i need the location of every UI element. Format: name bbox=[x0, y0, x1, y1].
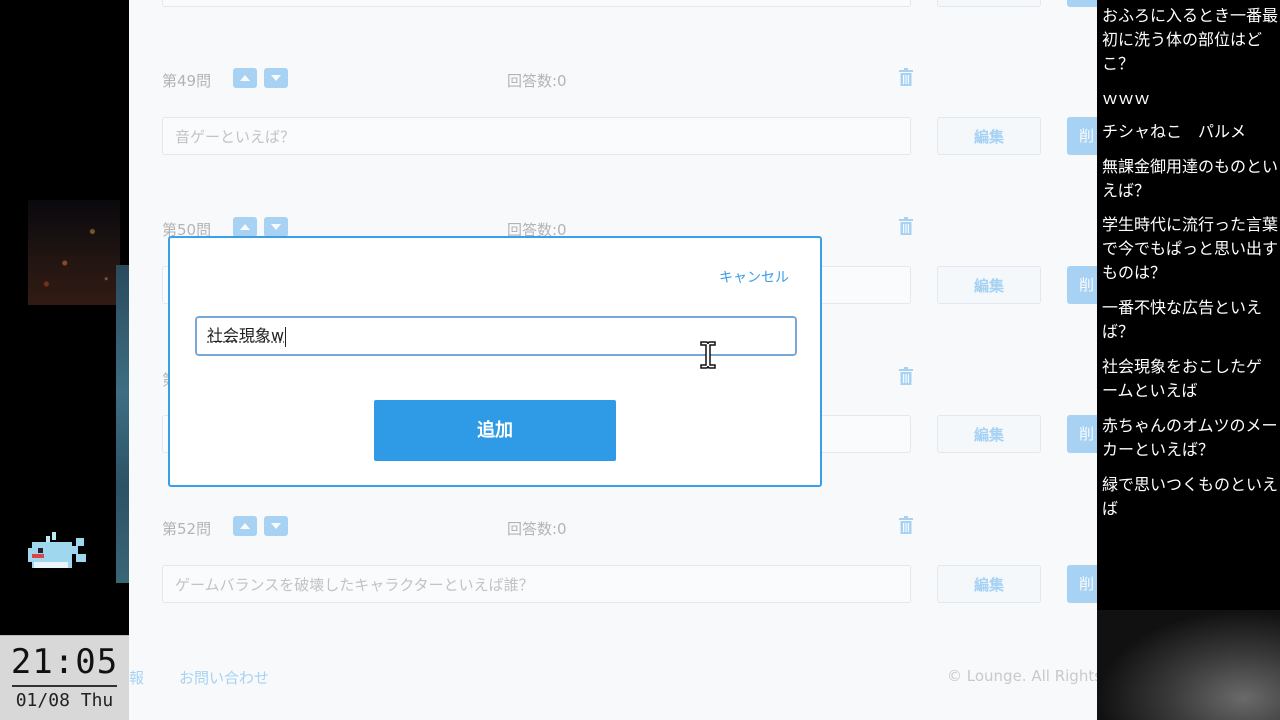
comment-item: ｗｗｗ bbox=[1102, 89, 1151, 108]
add-button[interactable]: 追加 bbox=[374, 400, 616, 461]
arrow-up-icon bbox=[240, 224, 250, 230]
trash-icon[interactable] bbox=[899, 68, 913, 86]
move-down-button[interactable] bbox=[264, 516, 288, 536]
edit-button-50[interactable]: 編集 bbox=[937, 266, 1041, 304]
edit-button-49[interactable]: 編集 bbox=[937, 117, 1041, 155]
text-caret bbox=[285, 326, 287, 347]
question-header-49: 第49問 回答数:0 bbox=[162, 68, 922, 94]
clock-divider bbox=[12, 685, 117, 687]
cancel-link[interactable]: キャンセル bbox=[719, 267, 789, 287]
clock-widget: 21:05 01/08 Thu bbox=[0, 635, 129, 720]
trash-icon[interactable] bbox=[899, 516, 913, 534]
comment-item: 赤ちゃんのオムツのメーカーといえば？ bbox=[1102, 416, 1278, 459]
move-up-button[interactable] bbox=[233, 68, 257, 88]
comment-item: おふろに入るとき一番最初に洗う体の部位はどこ？ bbox=[1102, 6, 1279, 73]
arrow-up-icon bbox=[240, 75, 250, 81]
side-button-51[interactable]: 削 bbox=[1067, 415, 1097, 453]
edit-button-48[interactable] bbox=[937, 0, 1041, 7]
side-button-50[interactable]: 削 bbox=[1067, 266, 1097, 304]
side-button-52[interactable]: 削 bbox=[1067, 565, 1097, 603]
webcam-feed bbox=[1097, 610, 1280, 720]
comment-item: 一番不快な広告といえば？ bbox=[1102, 298, 1263, 341]
add-answer-modal: キャンセル 社会現象w 追加 bbox=[168, 236, 822, 487]
arrow-down-icon bbox=[271, 523, 281, 529]
comment-item: チシャねこ パルメ bbox=[1102, 122, 1247, 141]
question-input-52[interactable]: ゲームバランスを破壊したキャラクターといえば誰？ bbox=[162, 565, 911, 603]
ibeam-cursor-icon bbox=[700, 341, 716, 369]
footer-link-info[interactable]: 報 bbox=[129, 667, 144, 688]
answer-count: 回答数:0 bbox=[507, 72, 567, 90]
question-input-49[interactable]: 音ゲーといえば？ bbox=[162, 117, 911, 155]
clock-time: 21:05 bbox=[10, 642, 119, 682]
side-button-49[interactable]: 削 bbox=[1067, 117, 1097, 155]
comment-item: 緑で思いつくものといえば bbox=[1102, 475, 1279, 518]
footer-link-contact[interactable]: お問い合わせ bbox=[179, 667, 269, 688]
question-number: 第52問 bbox=[162, 520, 212, 538]
stream-left-panel: 21:05 01/08 Thu bbox=[0, 0, 129, 720]
arrow-down-icon bbox=[271, 224, 281, 230]
side-button-48[interactable] bbox=[1067, 0, 1097, 7]
edit-button-51[interactable]: 編集 bbox=[937, 415, 1041, 453]
background-image-strip bbox=[116, 265, 129, 583]
arrow-up-icon bbox=[240, 523, 250, 529]
arrow-down-icon bbox=[271, 75, 281, 81]
move-down-button[interactable] bbox=[264, 68, 288, 88]
copyright-text: © Lounge. All Rights bbox=[947, 667, 1097, 685]
comment-item: 社会現象をおこしたゲームといえば bbox=[1102, 357, 1263, 400]
move-up-button[interactable] bbox=[233, 516, 257, 536]
city-night-image bbox=[28, 200, 120, 305]
question-header-52: 第52問 回答数:0 bbox=[162, 516, 922, 542]
comment-item: 無課金御用達のものといえば？ bbox=[1102, 157, 1279, 200]
question-input-48[interactable] bbox=[162, 0, 911, 7]
clock-date: 01/08 Thu bbox=[15, 690, 114, 711]
whale-mascot-icon bbox=[28, 532, 86, 568]
comment-item: 学生時代に流行った言葉で今でもぱっと思い出すものは？ bbox=[1102, 215, 1279, 282]
answer-count: 回答数:0 bbox=[507, 520, 567, 538]
trash-icon[interactable] bbox=[899, 367, 913, 385]
comment-stream-panel: おふろに入るとき一番最初に洗う体の部位はどこ？ ｗｗｗ チシャねこ パルメ 無課… bbox=[1097, 0, 1280, 720]
answer-input-value: 社会現象w bbox=[207, 326, 285, 345]
edit-button-52[interactable]: 編集 bbox=[937, 565, 1041, 603]
move-up-button[interactable] bbox=[233, 217, 257, 237]
question-number: 第49問 bbox=[162, 72, 212, 90]
trash-icon[interactable] bbox=[899, 217, 913, 235]
move-down-button[interactable] bbox=[264, 217, 288, 237]
